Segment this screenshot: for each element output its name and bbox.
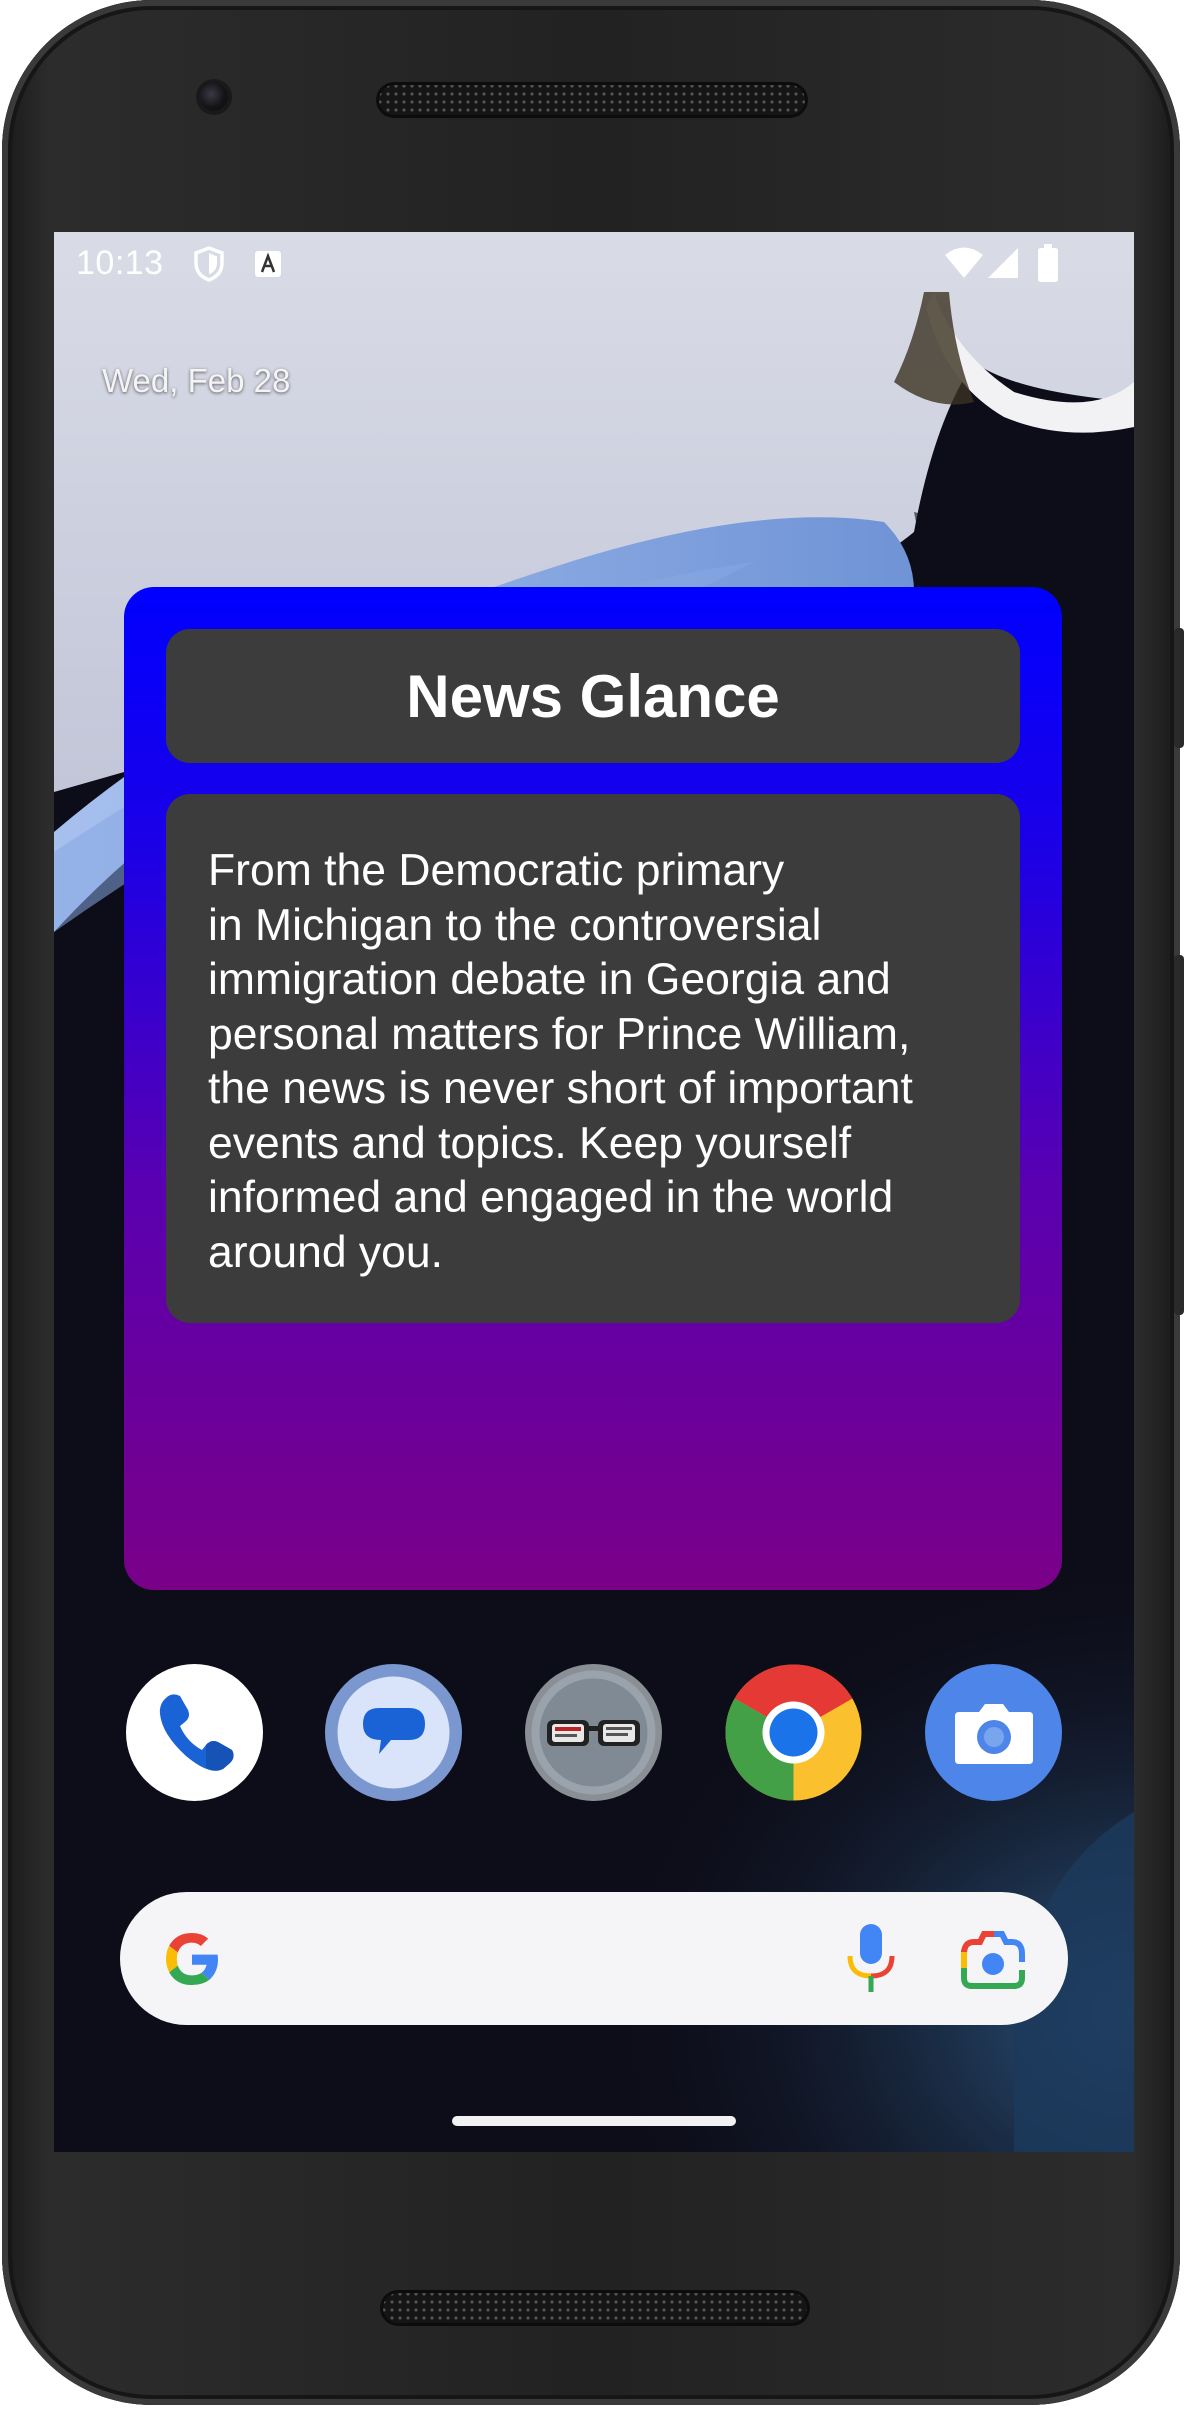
status-bar: 10:13 [54,232,1134,296]
dock-app-messages[interactable] [325,1664,462,1801]
signal-icon [988,248,1018,278]
messages-icon [337,1676,450,1789]
wifi-icon [945,247,983,278]
date-text[interactable]: Wed, Feb 28 [102,362,290,400]
google-lens-icon[interactable] [956,1928,1030,1992]
widget-body-text: From the Democratic primary in Michigan … [208,846,913,1277]
phone-frame: 10:13 Wed, Feb 28 News Glance From the D… [2,0,1184,2405]
widget-title-box: News Glance [166,629,1020,763]
screen: 10:13 Wed, Feb 28 News Glance From the D… [54,232,1134,2152]
shield-icon [194,246,224,282]
front-camera [200,83,228,111]
news-glasses-icon [531,1670,656,1795]
battery-icon [1038,244,1058,282]
widget-body-box: From the Democratic primary in Michigan … [166,794,1020,1323]
dock-app-phone[interactable] [126,1664,263,1801]
google-g-icon[interactable] [160,1927,224,1991]
chrome-icon [725,1664,862,1801]
dock-app-chrome[interactable] [725,1664,862,1801]
microphone-icon[interactable] [844,1922,898,1996]
widget-title: News Glance [406,662,780,730]
news-glance-widget[interactable]: News Glance From the Democratic primary … [124,587,1062,1590]
home-gesture-bar[interactable] [452,2116,736,2126]
earpiece-speaker [376,82,808,118]
power-button [1174,628,1184,748]
status-time: 10:13 [76,244,164,282]
text-a-icon [255,251,281,277]
dock-app-camera[interactable] [925,1664,1062,1801]
camera-icon [955,1704,1033,1764]
bottom-speaker [380,2290,810,2326]
dock-app-news[interactable] [525,1664,662,1801]
phone-icon [159,1694,234,1771]
volume-button [1174,955,1184,1315]
google-search-bar[interactable] [120,1892,1068,2025]
